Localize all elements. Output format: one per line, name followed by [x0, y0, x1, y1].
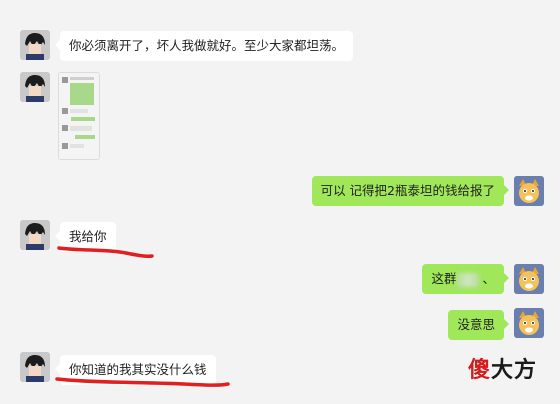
contact-avatar[interactable] [20, 352, 50, 382]
contact-avatar[interactable] [20, 30, 50, 60]
message-bubble[interactable]: 可以 记得把2瓶泰坦的钱给报了 [311, 176, 510, 206]
watermark-logo: 傻大方 [468, 352, 537, 384]
watermark-rest: 大方 [491, 358, 538, 383]
contact-avatar[interactable] [20, 220, 50, 250]
message-text-suffix: 、 [482, 271, 495, 286]
message-text: 我给你 [69, 229, 107, 244]
message-text: 这群 [431, 271, 457, 286]
message-text: 没意思 [457, 317, 495, 332]
message-text: 你必须离开了，坏人我做就好。至少大家都坦荡。 [69, 38, 345, 53]
message-bubble[interactable]: 我给你 [55, 222, 116, 252]
message-text: 你知道的我其实没什么钱 [69, 362, 207, 377]
chat-screenshot-thumbnail [59, 73, 99, 159]
self-avatar[interactable] [514, 264, 544, 294]
message-text: 可以 记得把2瓶泰坦的钱给报了 [320, 183, 495, 198]
message-bubble[interactable]: 你知道的我其实没什么钱 [55, 355, 216, 385]
self-avatar[interactable] [514, 308, 544, 338]
contact-avatar[interactable] [20, 72, 50, 102]
message-bubble[interactable]: 你必须离开了，坏人我做就好。至少大家都坦荡。 [54, 31, 354, 61]
redacted-blur [457, 272, 480, 287]
message-bubble[interactable]: 这群 、 [422, 264, 509, 294]
message-bubble[interactable]: 没意思 [448, 310, 509, 340]
self-avatar[interactable] [514, 176, 544, 206]
image-message[interactable] [58, 72, 100, 160]
watermark-first-char: 傻 [468, 358, 492, 383]
